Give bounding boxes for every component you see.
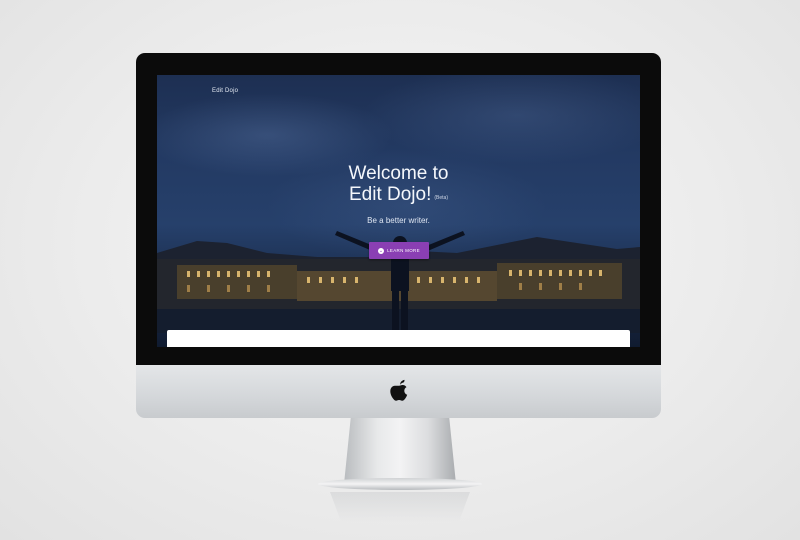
beta-badge: (Beta) xyxy=(434,195,448,202)
stand-reflection xyxy=(330,492,470,522)
hero-background-image xyxy=(157,223,640,333)
browser-screen: Edit Dojo Welcome to Edit Dojo! (Beta) Be… xyxy=(157,75,640,347)
hero-heading-line2: Edit Dojo! xyxy=(349,184,432,205)
monitor-stand-neck xyxy=(344,418,456,484)
hero-tagline: Be a better writer. xyxy=(367,216,430,225)
apple-logo xyxy=(390,379,408,401)
chevron-down-icon: ⌄ xyxy=(378,247,385,254)
hero-heading-line1: Welcome to xyxy=(348,163,449,184)
monitor-stand-base xyxy=(318,478,482,490)
learn-more-label: LEARN MORE xyxy=(387,248,420,253)
site-brand-link[interactable]: Edit Dojo xyxy=(212,88,238,94)
content-card xyxy=(167,330,630,347)
hero-heading: Welcome to Edit Dojo! (Beta) xyxy=(157,163,640,205)
learn-more-button[interactable]: ⌄ LEARN MORE xyxy=(369,242,429,259)
hero-heading-line2-wrap: Edit Dojo! (Beta) xyxy=(157,184,640,205)
